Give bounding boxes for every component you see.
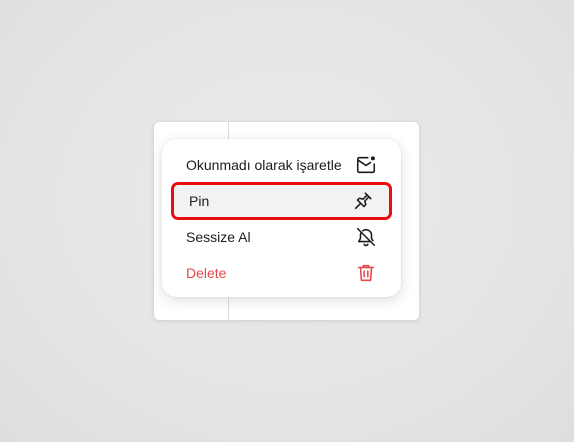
menu-item-delete[interactable]: Delete xyxy=(162,255,401,291)
bell-off-icon xyxy=(355,226,377,248)
context-menu: Okunmadı olarak işaretle Pin Sessize Al xyxy=(162,139,401,297)
mail-unread-icon xyxy=(355,154,377,176)
menu-item-label: Pin xyxy=(189,193,210,209)
trash-icon xyxy=(355,262,377,284)
menu-item-mark-unread[interactable]: Okunmadı olarak işaretle xyxy=(162,147,401,183)
pin-icon xyxy=(352,190,374,212)
menu-item-pin[interactable]: Pin xyxy=(171,182,392,220)
menu-item-label: Delete xyxy=(186,265,227,281)
menu-item-label: Okunmadı olarak işaretle xyxy=(186,157,342,173)
menu-item-label: Sessize Al xyxy=(186,229,251,245)
menu-item-mute[interactable]: Sessize Al xyxy=(162,219,401,255)
